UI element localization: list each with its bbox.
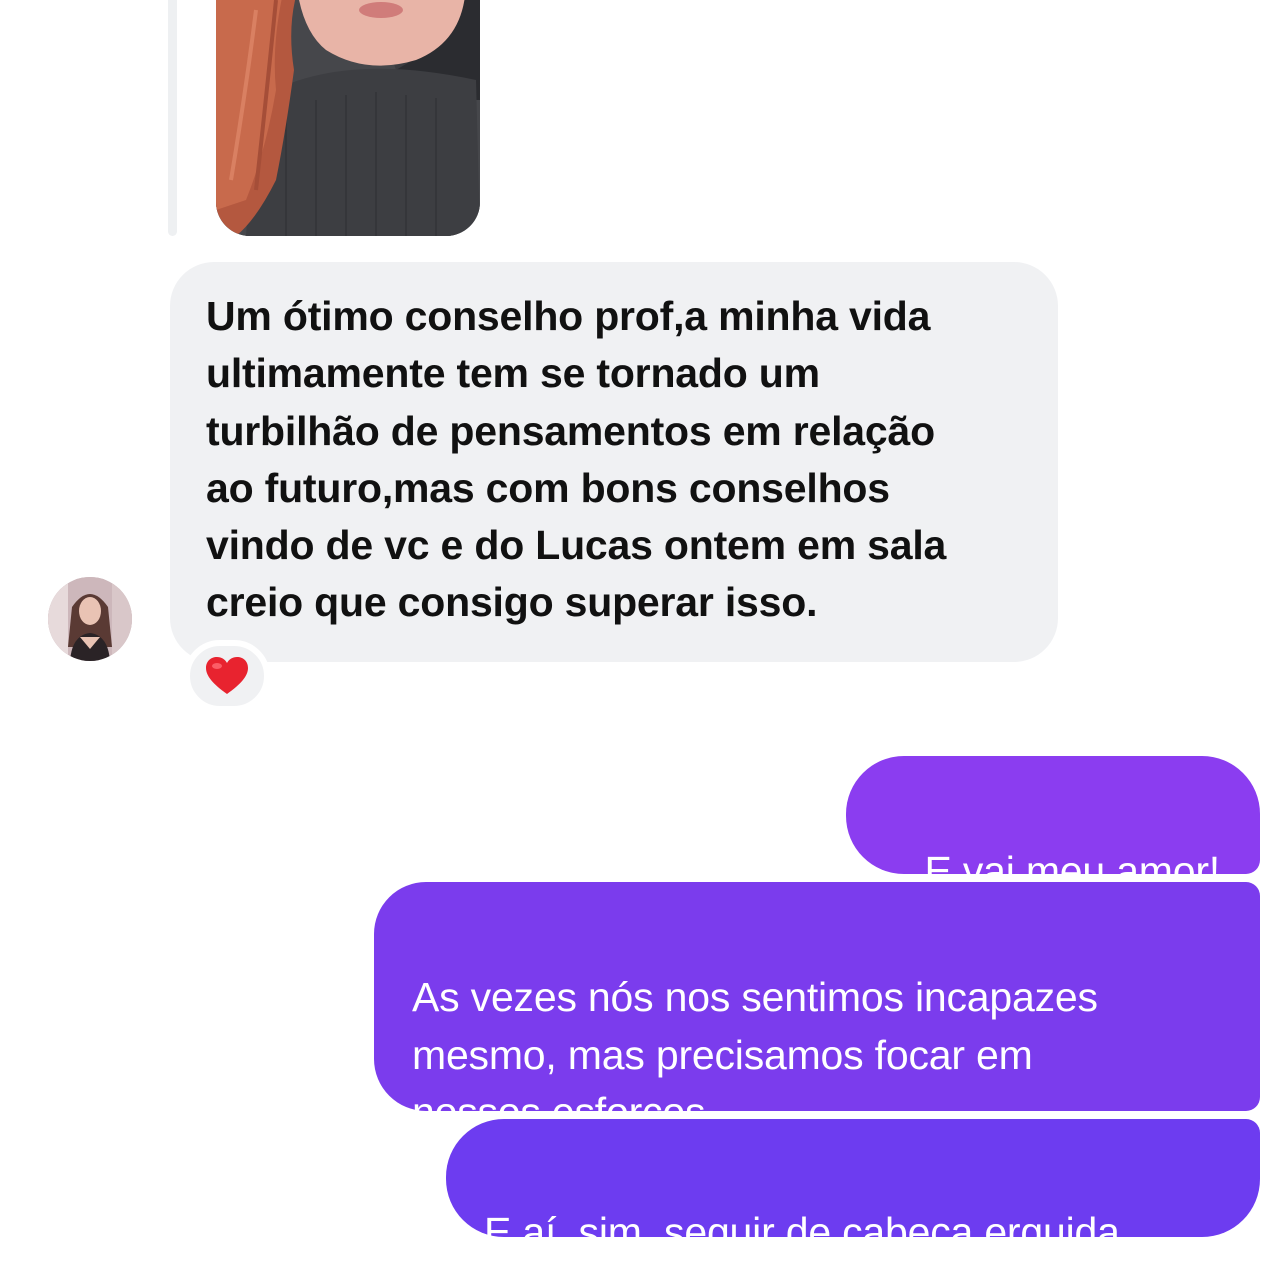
avatar-icon bbox=[48, 577, 132, 661]
sender-avatar[interactable] bbox=[48, 577, 132, 661]
incoming-message-text: Um ótimo conselho prof,a minha vida ulti… bbox=[206, 293, 947, 626]
outgoing-message-bubble[interactable]: As vezes nós nos sentimos incapazes mesm… bbox=[374, 882, 1260, 1135]
outgoing-message-bubble[interactable]: E aí, sim, seguir de cabeça erguida bbox=[446, 1119, 1260, 1255]
outgoing-message-text: As vezes nós nos sentimos incapazes mesm… bbox=[412, 974, 1098, 1135]
heart-reaction[interactable] bbox=[184, 640, 270, 712]
reply-thread-line bbox=[168, 0, 177, 236]
shared-photo[interactable] bbox=[216, 0, 480, 236]
outgoing-message-bubble[interactable]: E vai meu amor! bbox=[846, 756, 1260, 894]
outgoing-message-text: E aí, sim, seguir de cabeça erguida bbox=[484, 1209, 1120, 1256]
incoming-message-bubble[interactable]: Um ótimo conselho prof,a minha vida ulti… bbox=[170, 262, 1058, 662]
photo-image bbox=[216, 0, 480, 236]
heart-icon bbox=[206, 657, 248, 694]
